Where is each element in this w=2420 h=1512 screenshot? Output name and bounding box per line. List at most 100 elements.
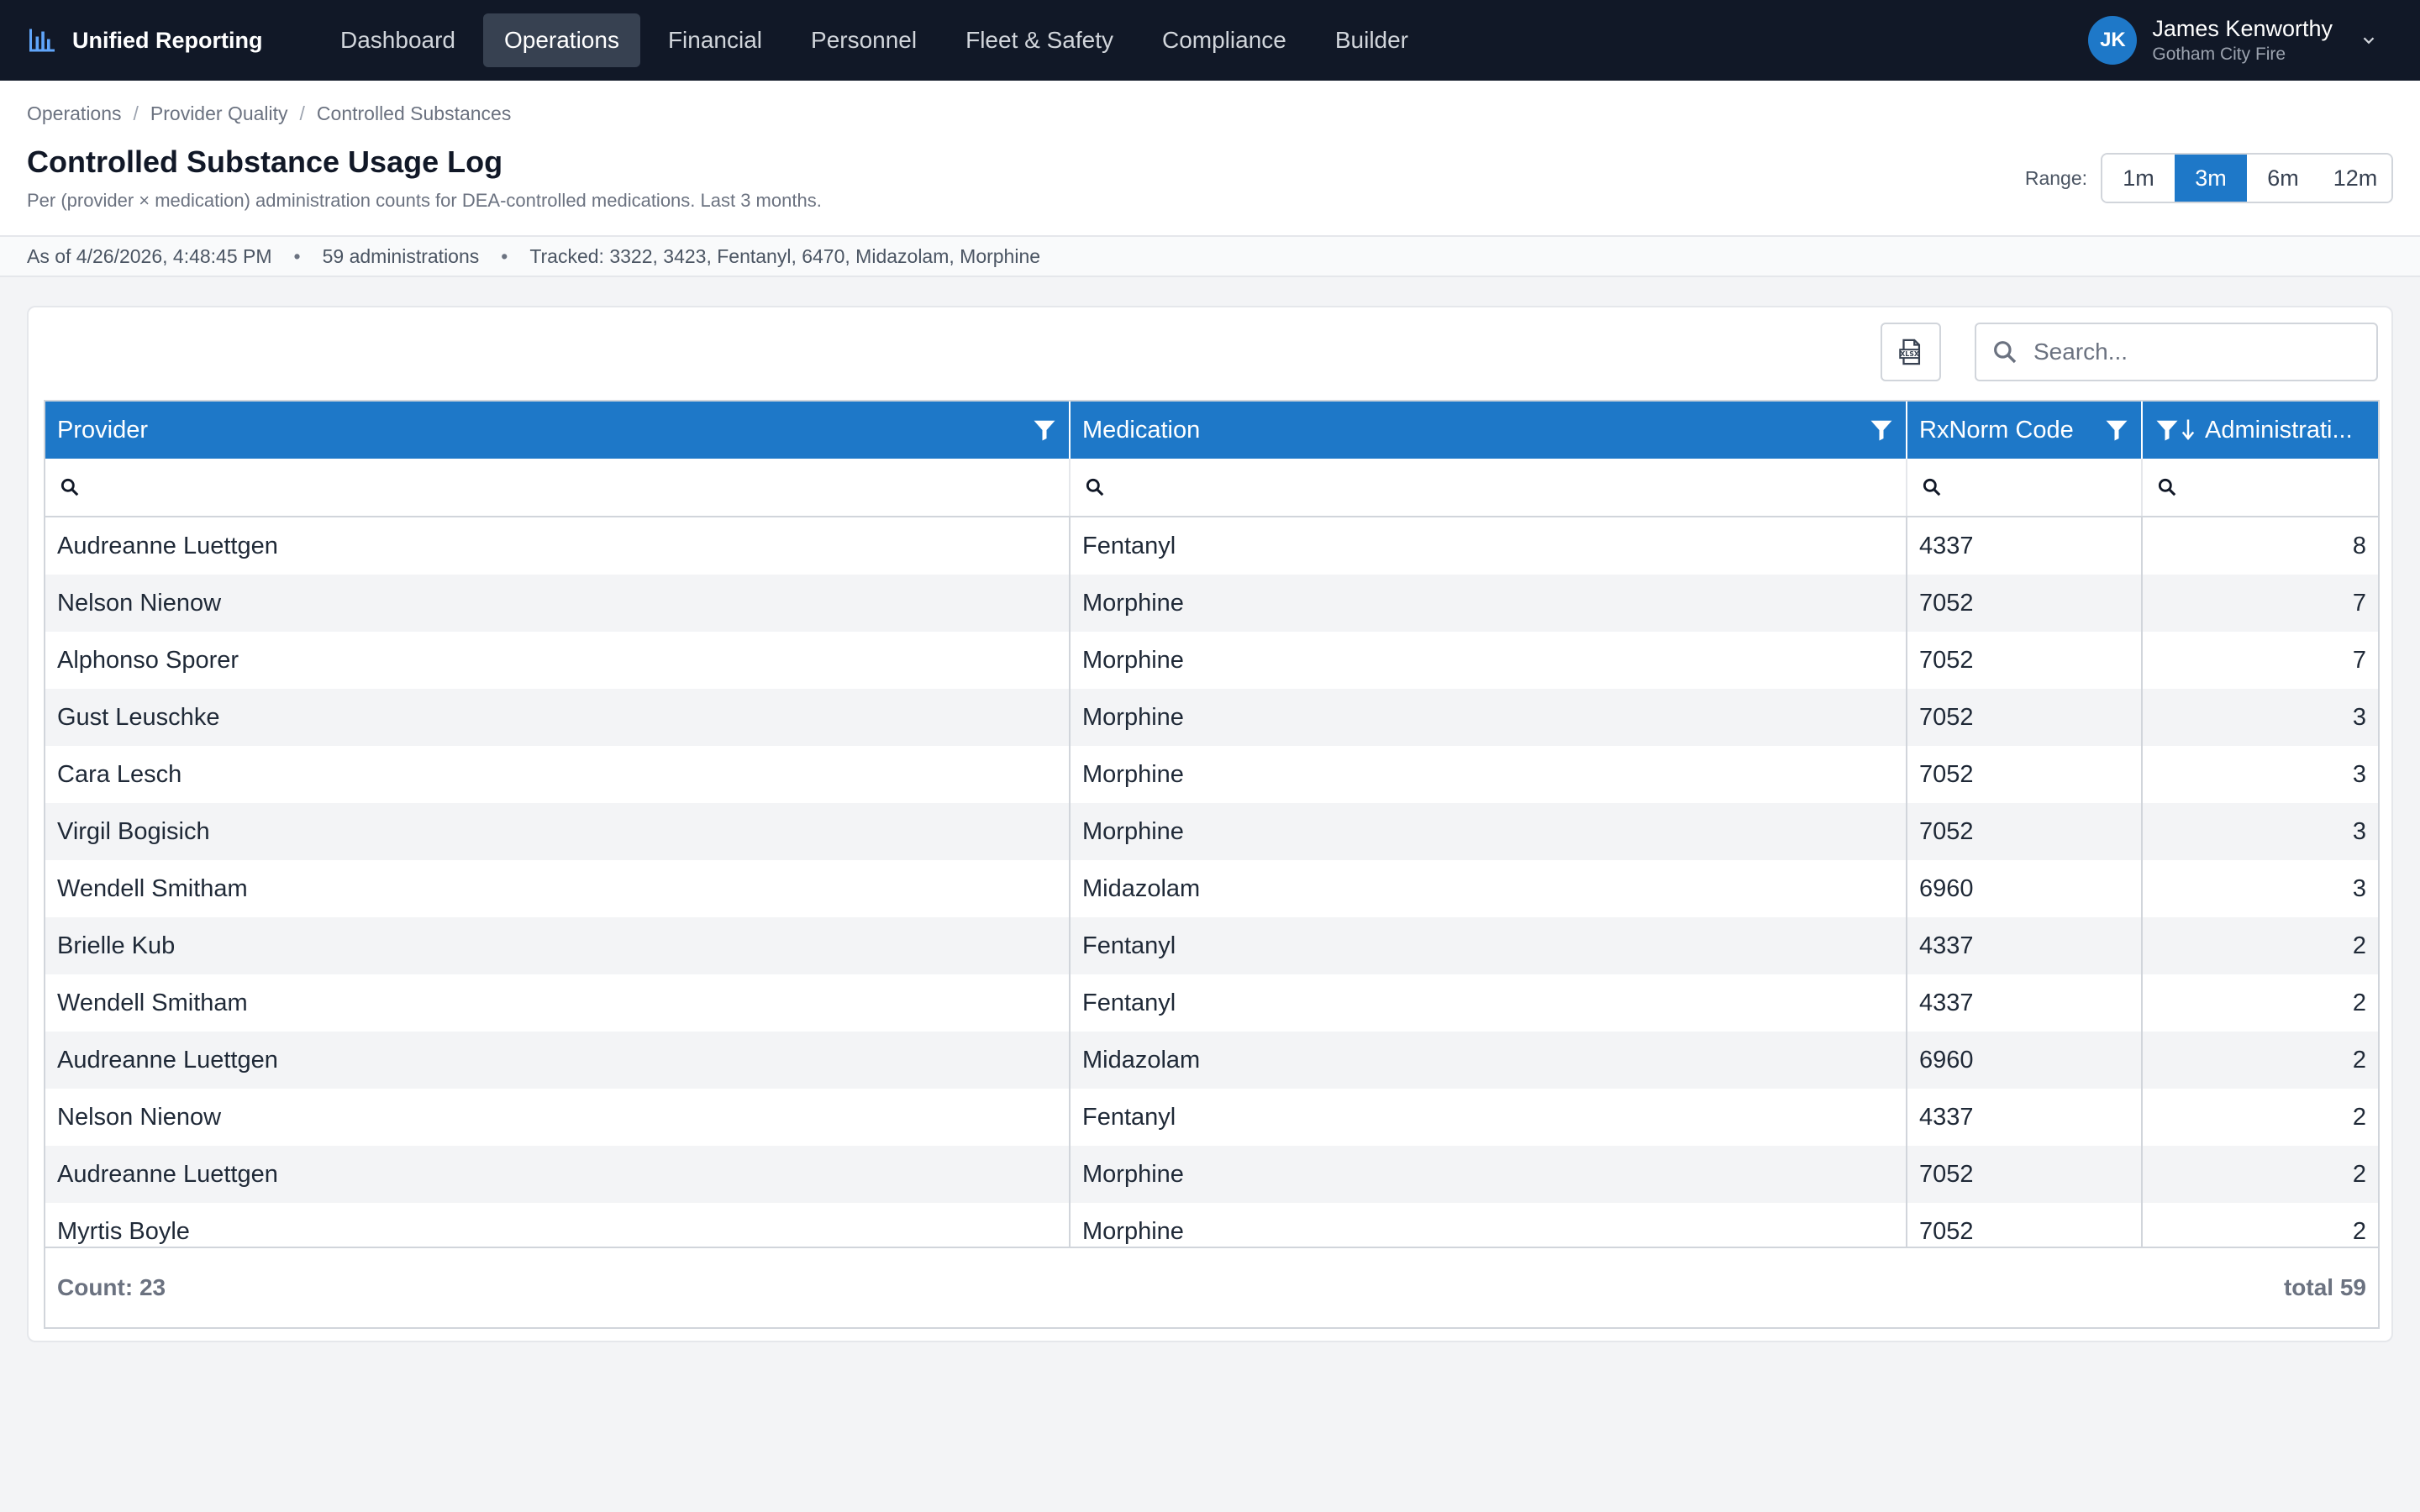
rxnorm-cell: 7052	[1907, 632, 2143, 689]
table-row[interactable]: Audreanne Luettgen Midazolam 6960 2	[45, 1032, 2378, 1089]
rxnorm-cell: 4337	[1907, 517, 2143, 575]
nav-personnel[interactable]: Personnel	[790, 13, 938, 67]
chevron-down-icon[interactable]	[2360, 31, 2378, 50]
tracked-medications: Tracked: 3322, 3423, Fentanyl, 6470, Mid…	[529, 244, 1041, 267]
filter-icon[interactable]	[2104, 417, 2129, 443]
provider-cell: Audreanne Luettgen	[45, 1032, 1071, 1089]
brand[interactable]: Unified Reporting	[27, 0, 262, 81]
rxnorm-cell: 4337	[1907, 974, 2143, 1032]
export-xlsx-button[interactable]: XLSX	[1881, 323, 1941, 381]
nav-compliance[interactable]: Compliance	[1141, 13, 1307, 67]
column-header-label: Medication	[1082, 416, 1201, 444]
breadcrumb-operations[interactable]: Operations	[27, 102, 122, 125]
filter-icon[interactable]	[2154, 417, 2180, 443]
sort-desc-icon[interactable]	[2180, 417, 2196, 443]
medication-cell: Fentanyl	[1071, 1089, 1907, 1146]
breadcrumb-provider-quality[interactable]: Provider Quality	[150, 102, 288, 125]
main-nav: Dashboard Operations Financial Personnel…	[319, 13, 1429, 67]
column-header-label: Administrati...	[2205, 416, 2353, 444]
rxnorm-filter-input[interactable]	[1951, 473, 2128, 501]
administrations-cell: 2	[2352, 989, 2366, 1016]
medication-cell: Morphine	[1071, 746, 1907, 803]
grid-header-row: Provider Medication RxNorm Code Administ…	[45, 402, 2378, 459]
user-name: James Kenworthy	[2152, 16, 2333, 41]
column-header-provider[interactable]: Provider	[45, 402, 1071, 459]
rxnorm-cell: 4337	[1907, 1089, 2143, 1146]
column-header-administrations[interactable]: Administrati...	[2143, 402, 2378, 459]
table-row[interactable]: Virgil Bogisich Morphine 7052 3	[45, 803, 2378, 860]
table-row[interactable]: Cara Lesch Morphine 7052 3	[45, 746, 2378, 803]
provider-cell: Audreanne Luettgen	[45, 517, 1071, 575]
top-nav-bar: Unified Reporting Dashboard Operations F…	[0, 0, 2420, 81]
grid-body: Audreanne Luettgen Fentanyl 4337 8 Nelso…	[45, 517, 2378, 1250]
administrations-cell: 3	[2352, 760, 2366, 788]
filter-cell-medication[interactable]	[1071, 459, 1907, 516]
provider-cell: Wendell Smitham	[45, 974, 1071, 1032]
nav-financial[interactable]: Financial	[647, 13, 783, 67]
medication-cell: Morphine	[1071, 1203, 1907, 1250]
nav-builder[interactable]: Builder	[1314, 13, 1429, 67]
rxnorm-cell: 7052	[1907, 575, 2143, 632]
administrations-cell: 8	[2352, 532, 2366, 559]
table-row[interactable]: Myrtis Boyle Morphine 7052 2	[45, 1203, 2378, 1250]
rxnorm-cell: 7052	[1907, 1146, 2143, 1203]
medication-cell: Fentanyl	[1071, 974, 1907, 1032]
medication-cell: Morphine	[1071, 575, 1907, 632]
user-menu[interactable]: JK James Kenworthy Gotham City Fire	[2088, 0, 2378, 81]
search-icon	[1086, 478, 1104, 496]
filter-icon[interactable]	[1032, 417, 1057, 443]
provider-cell: Nelson Nienow	[45, 575, 1071, 632]
search-field[interactable]	[1975, 323, 2378, 381]
rxnorm-cell: 6960	[1907, 860, 2143, 917]
bar-chart-icon	[29, 29, 55, 52]
table-row[interactable]: Alphonso Sporer Morphine 7052 7	[45, 632, 2378, 689]
breadcrumb-separator: /	[133, 102, 139, 124]
administrations-total: total 59	[2283, 1274, 2366, 1300]
provider-cell: Myrtis Boyle	[45, 1203, 1071, 1250]
medication-filter-input[interactable]	[1114, 473, 1845, 501]
range-6m-button[interactable]: 6m	[2247, 155, 2319, 202]
nav-operations[interactable]: Operations	[482, 13, 640, 67]
administrations-cell: 3	[2352, 703, 2366, 731]
search-icon	[60, 478, 79, 496]
range-button-group: 1m 3m 6m 12m	[2101, 153, 2393, 203]
nav-fleet-safety[interactable]: Fleet & Safety	[944, 13, 1134, 67]
provider-filter-input[interactable]	[89, 473, 990, 501]
column-header-medication[interactable]: Medication	[1071, 402, 1907, 459]
breadcrumb: Operations / Provider Quality / Controll…	[27, 102, 511, 125]
provider-cell: Gust Leuschke	[45, 689, 1071, 746]
medication-cell: Morphine	[1071, 689, 1907, 746]
avatar: JK	[2088, 16, 2138, 65]
range-12m-button[interactable]: 12m	[2319, 155, 2391, 202]
table-row[interactable]: Nelson Nienow Morphine 7052 7	[45, 575, 2378, 632]
grid-footer: Count: 23 total 59	[45, 1247, 2378, 1327]
table-row[interactable]: Gust Leuschke Morphine 7052 3	[45, 689, 2378, 746]
table-row[interactable]: Wendell Smitham Fentanyl 4337 2	[45, 974, 2378, 1032]
filter-cell-rxnorm-code[interactable]	[1907, 459, 2143, 516]
search-input[interactable]	[2032, 338, 2354, 366]
column-header-label: RxNorm Code	[1919, 416, 2074, 444]
table-row[interactable]: Nelson Nienow Fentanyl 4337 2	[45, 1089, 2378, 1146]
administration-count: 59 administrations	[322, 244, 480, 267]
medication-cell: Morphine	[1071, 803, 1907, 860]
medication-cell: Midazolam	[1071, 1032, 1907, 1089]
range-3m-button[interactable]: 3m	[2175, 155, 2247, 202]
nav-dashboard[interactable]: Dashboard	[319, 13, 476, 67]
table-row[interactable]: Wendell Smitham Midazolam 6960 3	[45, 860, 2378, 917]
row-count: Count: 23	[57, 1274, 166, 1300]
xlsx-export-icon: XLSX	[1899, 339, 1921, 365]
administrations-cell: 3	[2352, 817, 2366, 845]
page-subtitle: Per (provider × medication) administrati…	[27, 190, 822, 211]
rxnorm-cell: 6960	[1907, 1032, 2143, 1089]
medication-cell: Fentanyl	[1071, 517, 1907, 575]
filter-cell-administrations[interactable]	[2143, 459, 2378, 516]
table-row[interactable]: Audreanne Luettgen Fentanyl 4337 8	[45, 517, 2378, 575]
range-1m-button[interactable]: 1m	[2102, 155, 2175, 202]
table-row[interactable]: Audreanne Luettgen Morphine 7052 2	[45, 1146, 2378, 1203]
column-header-rxnorm-code[interactable]: RxNorm Code	[1907, 402, 2143, 459]
filter-cell-provider[interactable]	[45, 459, 1071, 516]
administrations-filter-input[interactable]	[2186, 473, 2365, 501]
search-icon	[1994, 341, 2017, 364]
filter-icon[interactable]	[1869, 417, 1894, 443]
table-row[interactable]: Brielle Kub Fentanyl 4337 2	[45, 917, 2378, 974]
